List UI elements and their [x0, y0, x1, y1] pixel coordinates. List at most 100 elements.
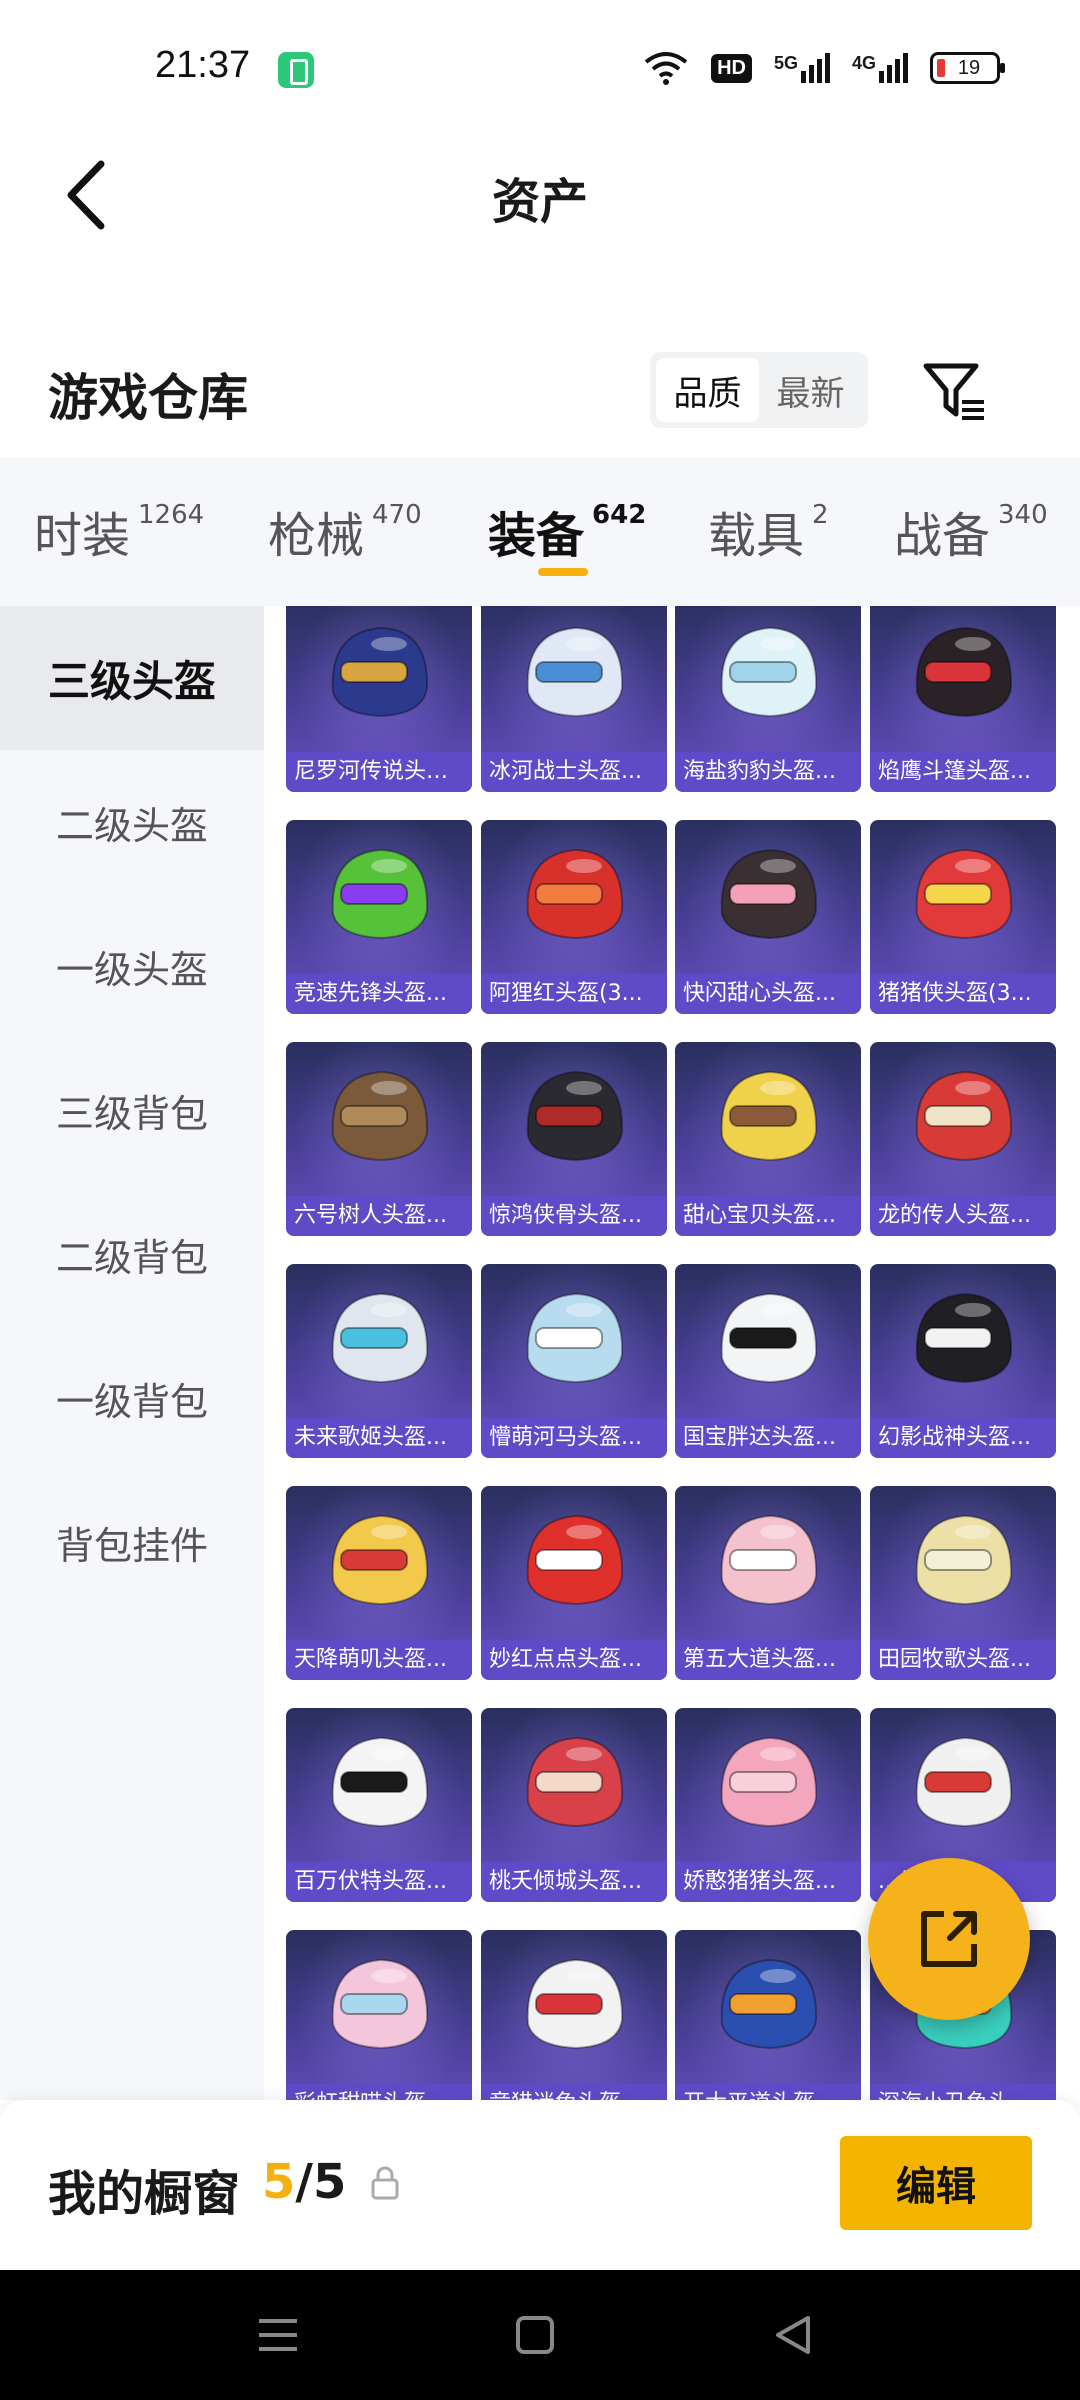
helmet-icon: [526, 1958, 624, 2050]
helmet-icon: [526, 1070, 624, 1162]
filter-button[interactable]: [920, 356, 990, 426]
battery-icon: 19: [930, 52, 1005, 84]
subcategory-sidebar: 三级头盔 二级头盔 一级头盔 三级背包 二级背包 一级背包 背包挂件: [0, 606, 264, 2100]
helmet-icon: [915, 1070, 1013, 1162]
status-icons: HD 5G 4G 19: [643, 48, 1005, 88]
item-card[interactable]: 国宝胖达头盔...: [675, 1264, 861, 1458]
item-card[interactable]: 开大平道头盔...: [675, 1930, 861, 2100]
system-nav-bar: [0, 2270, 1080, 2400]
home-nav-button[interactable]: [500, 2300, 570, 2370]
item-card[interactable]: 竞速先锋头盔...: [286, 820, 472, 1014]
helmet-icon: [331, 1292, 429, 1384]
item-card[interactable]: 第五大道头盔...: [675, 1486, 861, 1680]
item-name: 竞速先锋头盔...: [286, 974, 472, 1014]
helmet-icon: [720, 1070, 818, 1162]
item-name: 快闪甜心头盔...: [675, 974, 861, 1014]
tab-fashion[interactable]: 时装 1264: [34, 496, 204, 566]
item-card[interactable]: 妙红点点头盔...: [481, 1486, 667, 1680]
item-name: 深海小丑鱼头盔...: [870, 2084, 1056, 2100]
item-card[interactable]: 冰河战士头盔...: [481, 606, 667, 792]
item-card[interactable]: 娇憨猪猪头盔...: [675, 1708, 861, 1902]
item-name: 开大平道头盔...: [675, 2084, 861, 2100]
item-card[interactable]: 未来歌姬头盔...: [286, 1264, 472, 1458]
item-card[interactable]: 六号树人头盔...: [286, 1042, 472, 1236]
category-tabs: 时装 1264 枪械 470 装备 642 载具 2 战备 340: [0, 458, 1080, 606]
helmet-icon: [720, 1292, 818, 1384]
helmet-icon: [331, 626, 429, 718]
item-name: 冰河战士头盔...: [481, 752, 667, 792]
helmet-icon: [331, 1070, 429, 1162]
item-name: 幻影战神头盔...: [870, 1418, 1056, 1458]
item-name: 焰鹰斗篷头盔...: [870, 752, 1056, 792]
item-card[interactable]: 竞猎迷兔头盔...: [481, 1930, 667, 2100]
helmet-icon: [331, 1514, 429, 1606]
helmet-icon: [720, 626, 818, 718]
item-card[interactable]: 彩虹甜喵头盔...: [286, 1930, 472, 2100]
item-name: 六号树人头盔...: [286, 1196, 472, 1236]
sidebar-item-backpack-charm[interactable]: 背包挂件: [0, 1470, 264, 1614]
item-card[interactable]: 甜心宝贝头盔...: [675, 1042, 861, 1236]
app-screen: 21:37 HD 5G 4G 19 资产 游戏仓库 品质 最新 时装 1264 …: [0, 0, 1080, 2400]
helmet-icon: [915, 848, 1013, 940]
hd-voice-badge: HD: [711, 53, 752, 83]
sort-toggle: 品质 最新: [650, 352, 868, 428]
item-card[interactable]: 龙的传人头盔...: [870, 1042, 1056, 1236]
item-name: 百万伏特头盔...: [286, 1862, 472, 1902]
item-card[interactable]: 桃夭倾城头盔...: [481, 1708, 667, 1902]
item-card[interactable]: 海盐豹豹头盔...: [675, 606, 861, 792]
item-name: 猪猪侠头盔(3...: [870, 974, 1056, 1014]
item-card[interactable]: 尼罗河传说头盔...: [286, 606, 472, 792]
helmet-icon: [526, 1292, 624, 1384]
share-icon: [921, 1911, 977, 1967]
signal-5g-icon: 5G: [774, 53, 830, 83]
showcase-count: 5/5: [262, 2154, 347, 2210]
sidebar-item-level1-helmet[interactable]: 一级头盔: [0, 894, 264, 1038]
item-name: 惊鸿侠骨头盔...: [481, 1196, 667, 1236]
menu-nav-button[interactable]: [243, 2300, 313, 2370]
back-nav-button[interactable]: [758, 2300, 828, 2370]
status-time: 21:37: [155, 44, 251, 86]
item-card[interactable]: 快闪甜心头盔...: [675, 820, 861, 1014]
item-card[interactable]: 阿狸红头盔(3...: [481, 820, 667, 1014]
tab-equipment[interactable]: 装备 642: [488, 496, 646, 566]
helmet-icon: [720, 848, 818, 940]
sort-option-latest[interactable]: 最新: [759, 358, 862, 422]
item-name: 阿狸红头盔(3...: [481, 974, 667, 1014]
item-card[interactable]: 田园牧歌头盔...: [870, 1486, 1056, 1680]
item-card[interactable]: 猪猪侠头盔(3...: [870, 820, 1056, 1014]
tab-firearms[interactable]: 枪械 470: [268, 496, 422, 566]
helmet-icon: [915, 1292, 1013, 1384]
filter-icon: [923, 363, 984, 420]
item-name: 海盐豹豹头盔...: [675, 752, 861, 792]
item-name: 国宝胖达头盔...: [675, 1418, 861, 1458]
item-card[interactable]: 焰鹰斗篷头盔...: [870, 606, 1056, 792]
edit-button[interactable]: 编辑: [840, 2136, 1032, 2230]
sidebar-item-level1-backpack[interactable]: 一级背包: [0, 1326, 264, 1470]
sidebar-item-level2-backpack[interactable]: 二级背包: [0, 1182, 264, 1326]
battery-level: 19: [957, 56, 981, 79]
tab-gear[interactable]: 战备 340: [894, 496, 1048, 566]
sidebar-item-level3-backpack[interactable]: 三级背包: [0, 1038, 264, 1182]
showcase-bar: 我的橱窗 5/5 编辑: [0, 2100, 1080, 2270]
sidebar-item-level2-helmet[interactable]: 二级头盔: [0, 750, 264, 894]
sidebar-item-level3-helmet[interactable]: 三级头盔: [0, 606, 264, 750]
item-name: 彩虹甜喵头盔...: [286, 2084, 472, 2100]
wifi-icon: [644, 52, 688, 85]
helmet-icon: [331, 1736, 429, 1828]
item-name: 尼罗河传说头盔...: [286, 752, 472, 792]
sort-option-quality[interactable]: 品质: [656, 358, 759, 422]
share-button[interactable]: [868, 1858, 1030, 2020]
tab-vehicles[interactable]: 载具 2: [708, 496, 829, 566]
item-name: 第五大道头盔...: [675, 1640, 861, 1680]
item-card[interactable]: 天降萌叽头盔...: [286, 1486, 472, 1680]
helmet-icon: [720, 1514, 818, 1606]
helmet-icon: [720, 1736, 818, 1828]
item-card[interactable]: 惊鸿侠骨头盔...: [481, 1042, 667, 1236]
item-name: 未来歌姬头盔...: [286, 1418, 472, 1458]
item-card[interactable]: 懵萌河马头盔...: [481, 1264, 667, 1458]
item-name: 桃夭倾城头盔...: [481, 1862, 667, 1902]
helmet-icon: [526, 626, 624, 718]
item-card[interactable]: 百万伏特头盔...: [286, 1708, 472, 1902]
warehouse-header: 游戏仓库 品质 最新: [0, 340, 1080, 450]
item-card[interactable]: 幻影战神头盔...: [870, 1264, 1056, 1458]
